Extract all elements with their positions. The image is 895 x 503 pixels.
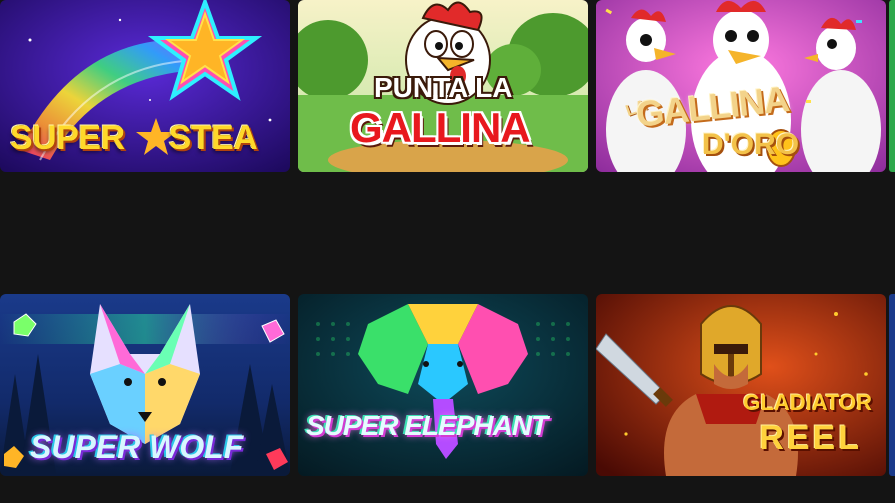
game-tile-gallina-doro[interactable]: LA GALLINA D'ORO <box>596 0 886 172</box>
next-tile-peek <box>889 0 895 172</box>
game-title: SUPER WOLF <box>30 429 244 465</box>
game-title: GALLINA <box>350 104 531 151</box>
next-tile-peek <box>889 294 895 476</box>
game-title-sub: D'ORO <box>702 128 800 161</box>
game-tile-gladiator-reel[interactable]: GLADIATOR REEL <box>596 294 886 476</box>
super-elephant-artwork <box>298 294 588 476</box>
game-tile-super-wolf[interactable]: SUPER WOLF <box>0 294 290 476</box>
game-title: REEL <box>759 419 862 457</box>
game-tile-super-elephant[interactable]: SUPER ELEPHANT <box>298 294 588 476</box>
game-grid: SUPER STEA PUNTA LA GALLINA LA GALLINA D… <box>0 0 895 503</box>
game-tile-super-stea[interactable]: SUPER STEA <box>0 0 290 172</box>
game-tile-punta-la-gallina[interactable]: PUNTA LA GALLINA <box>298 0 588 172</box>
game-title: SUPER ELEPHANT <box>306 410 548 441</box>
game-title: SUPER STEA <box>10 119 258 157</box>
game-title-top: GLADIATOR <box>743 390 872 415</box>
game-title-top: PUNTA LA <box>374 72 513 103</box>
